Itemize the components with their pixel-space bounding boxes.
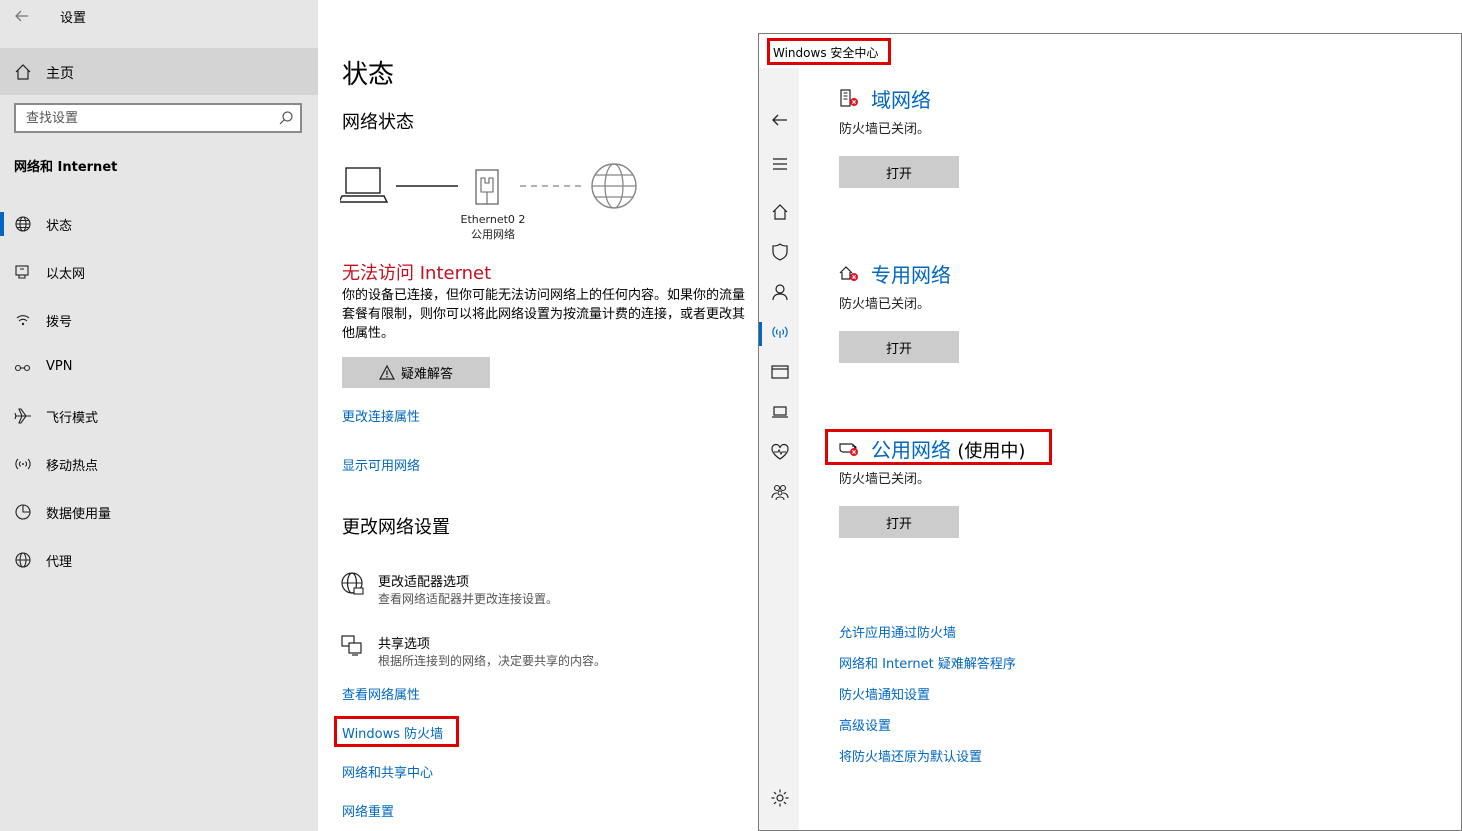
sidebar-item-vpn[interactable]: VPN <box>0 344 318 392</box>
vpn-icon <box>14 364 31 372</box>
security-nav-rail <box>759 68 799 830</box>
turn-on-domain-button[interactable]: 打开 <box>839 156 959 188</box>
domain-network-icon <box>840 89 858 107</box>
sidebar-item-label: 状态 <box>46 219 73 234</box>
shield-icon[interactable] <box>770 242 790 262</box>
network-reset-link[interactable]: 网络重置 <box>342 801 394 820</box>
warning-icon <box>378 365 395 380</box>
sidebar-item-ethernet[interactable]: 以太网 <box>0 248 318 296</box>
device-security-icon[interactable] <box>770 402 790 422</box>
section-heading: 网络和 Internet <box>14 160 118 175</box>
sidebar-item-label: VPN <box>46 359 73 374</box>
view-network-properties-link[interactable]: 查看网络属性 <box>342 684 420 703</box>
adapter-options-item[interactable]: 更改适配器选项 查看网络适配器并更改连接设置。 <box>340 571 760 611</box>
public-network-icon <box>839 443 858 456</box>
turn-on-public-button[interactable]: 打开 <box>839 506 959 538</box>
home-icon[interactable] <box>770 202 790 222</box>
globe-status-icon <box>15 216 31 232</box>
option-subtitle: 根据所连接到的网络，决定要共享的内容。 <box>378 654 607 668</box>
sidebar-item-label: 数据使用量 <box>46 507 112 522</box>
private-network-icon <box>839 266 858 281</box>
option-title: 更改适配器选项 <box>378 575 470 590</box>
family-options-icon[interactable] <box>770 482 790 502</box>
sidebar-item-label: 以太网 <box>46 267 86 282</box>
sharing-options-item[interactable]: 共享选项 根据所连接到的网络，决定要共享的内容。 <box>340 633 760 673</box>
show-available-networks-link[interactable]: 显示可用网络 <box>342 455 420 474</box>
network-type: 公用网络 <box>471 228 515 241</box>
windows-security-window: Windows 安全中心 域网络 防火墙已关闭。 打开 专用网络 防火墙已关闭。… <box>758 33 1462 831</box>
sidebar-item-data-usage[interactable]: 数据使用量 <box>0 488 318 536</box>
windows-firewall-link[interactable]: Windows 防火墙 <box>342 723 443 742</box>
sidebar-item-proxy[interactable]: 代理 <box>0 536 318 584</box>
firewall-notification-settings-link[interactable]: 防火墙通知设置 <box>839 684 930 703</box>
app-browser-icon[interactable] <box>770 362 790 382</box>
sidebar-item-status[interactable]: 状态 <box>0 200 318 248</box>
allow-app-through-firewall-link[interactable]: 允许应用通过防火墙 <box>839 622 956 641</box>
page-title: 状态 <box>342 60 395 90</box>
hamburger-menu-icon[interactable] <box>770 154 790 174</box>
firewall-status: 防火墙已关闭。 <box>839 472 931 487</box>
back-arrow-icon[interactable] <box>770 110 790 130</box>
laptop-icon <box>340 167 389 203</box>
turn-on-private-button[interactable]: 打开 <box>839 331 959 363</box>
firewall-network-icon[interactable] <box>770 322 790 342</box>
active-indicator <box>759 322 762 346</box>
dialup-icon <box>16 315 30 326</box>
ethernet-icon <box>15 265 29 279</box>
app-title: 设置 <box>60 11 87 26</box>
change-connection-properties-link[interactable]: 更改连接属性 <box>342 406 420 425</box>
data-usage-icon <box>15 504 31 520</box>
status-page: 状态 网络状态 Ethernet0 2 公用网络 无法访问 Internet 你… <box>318 0 758 831</box>
in-use-label: (使用中) <box>957 441 1026 462</box>
search-input[interactable] <box>16 105 266 131</box>
home-nav-item[interactable]: 主页 <box>0 48 318 95</box>
adapter-name: Ethernet0 2 <box>460 213 526 226</box>
option-subtitle: 查看网络适配器并更改连接设置。 <box>378 592 559 606</box>
back-arrow-icon[interactable] <box>12 6 32 26</box>
device-health-icon[interactable] <box>770 442 790 462</box>
internet-globe-icon <box>591 163 637 209</box>
search-icon[interactable] <box>278 110 294 126</box>
sidebar-item-airplane[interactable]: 飞行模式 <box>0 392 318 440</box>
sidebar-item-label: 移动热点 <box>46 459 99 474</box>
ethernet-port-icon <box>475 169 499 205</box>
sharing-icon <box>341 635 362 656</box>
no-internet-title: 无法访问 Internet <box>342 263 492 284</box>
settings-sidebar: 设置 主页 网络和 Internet 状态 以太网 拨号 VPN 飞行模式 <box>0 0 318 831</box>
home-label: 主页 <box>46 66 74 82</box>
troubleshoot-button[interactable]: 疑难解答 <box>342 357 490 388</box>
network-name: 专用网络 <box>871 263 951 287</box>
airplane-icon <box>14 408 31 424</box>
status-description: 你的设备已连接，但你可能无法访问网络上的任何内容。如果你的流量套餐有限制，则你可… <box>342 288 746 341</box>
adapter-label: Ethernet0 2 公用网络 <box>438 212 548 242</box>
settings-titlebar: 设置 <box>0 0 318 32</box>
advanced-settings-link[interactable]: 高级设置 <box>839 715 891 734</box>
network-troubleshooter-link[interactable]: 网络和 Internet 疑难解答程序 <box>839 653 1016 672</box>
sidebar-item-label: 飞行模式 <box>46 411 99 426</box>
sidebar-item-hotspot[interactable]: 移动热点 <box>0 440 318 488</box>
sidebar-item-label: 代理 <box>46 555 73 570</box>
option-title: 共享选项 <box>378 637 431 652</box>
window-title: Windows 安全中心 <box>773 46 879 60</box>
network-name: 域网络 <box>871 88 931 112</box>
change-network-settings-heading: 更改网络设置 <box>342 517 450 538</box>
network-status-heading: 网络状态 <box>342 112 414 133</box>
sidebar-item-label: 拨号 <box>46 315 73 330</box>
restore-defaults-link[interactable]: 将防火墙还原为默认设置 <box>839 746 982 765</box>
troubleshoot-label: 疑难解答 <box>400 367 453 382</box>
search-box[interactable] <box>14 103 302 133</box>
settings-gear-icon[interactable] <box>770 788 790 808</box>
settings-nav: 状态 以太网 拨号 VPN 飞行模式 移动热点 数据使用量 代理 <box>0 200 318 584</box>
home-icon <box>15 64 31 80</box>
firewall-status: 防火墙已关闭。 <box>839 297 931 312</box>
network-sharing-center-link[interactable]: 网络和共享中心 <box>342 762 433 781</box>
firewall-status: 防火墙已关闭。 <box>839 122 931 137</box>
proxy-globe-icon <box>15 552 31 568</box>
sidebar-item-dialup[interactable]: 拨号 <box>0 296 318 344</box>
account-icon[interactable] <box>770 282 790 302</box>
hotspot-icon <box>15 458 31 470</box>
adapter-globe-icon <box>341 572 364 595</box>
network-name: 公用网络 (使用中) <box>871 438 1026 462</box>
